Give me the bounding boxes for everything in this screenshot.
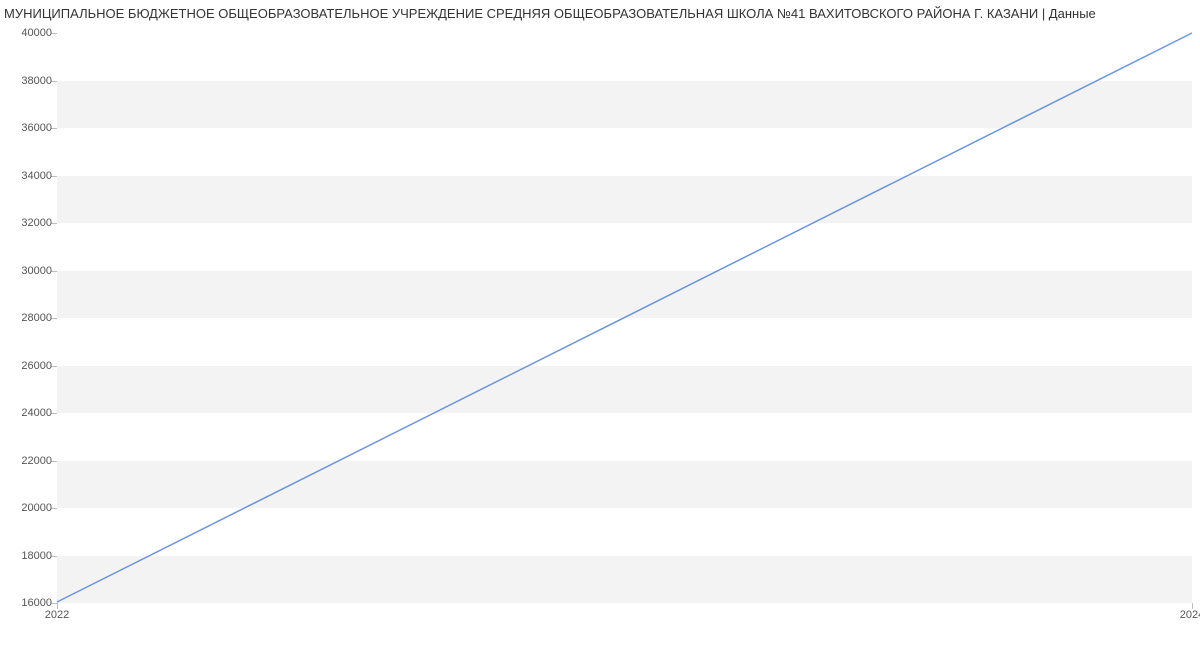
x-axis-label: 2024 bbox=[1180, 609, 1200, 621]
line-layer bbox=[57, 33, 1192, 602]
y-axis-label: 20000 bbox=[21, 502, 52, 514]
y-axis-label: 34000 bbox=[21, 170, 52, 182]
x-axis-label: 2022 bbox=[45, 609, 69, 621]
plot-area bbox=[57, 33, 1192, 603]
chart-container: 16000 18000 20000 22000 24000 26000 28000 30000… bbox=[0, 23, 1200, 633]
series-line bbox=[57, 33, 1192, 602]
y-axis-label: 30000 bbox=[21, 265, 52, 277]
y-axis-label: 36000 bbox=[21, 122, 52, 134]
y-axis-label: 16000 bbox=[21, 597, 52, 609]
y-axis-label: 18000 bbox=[21, 550, 52, 562]
y-axis-label: 26000 bbox=[21, 360, 52, 372]
y-axis-label: 32000 bbox=[21, 217, 52, 229]
chart-title: МУНИЦИПАЛЬНОЕ БЮДЖЕТНОЕ ОБЩЕОБРАЗОВАТЕЛЬ… bbox=[0, 0, 1200, 23]
y-axis-label: 40000 bbox=[21, 27, 52, 39]
y-axis-label: 28000 bbox=[21, 312, 52, 324]
y-axis-label: 38000 bbox=[21, 75, 52, 87]
y-axis-label: 22000 bbox=[21, 455, 52, 467]
y-axis-label: 24000 bbox=[21, 407, 52, 419]
